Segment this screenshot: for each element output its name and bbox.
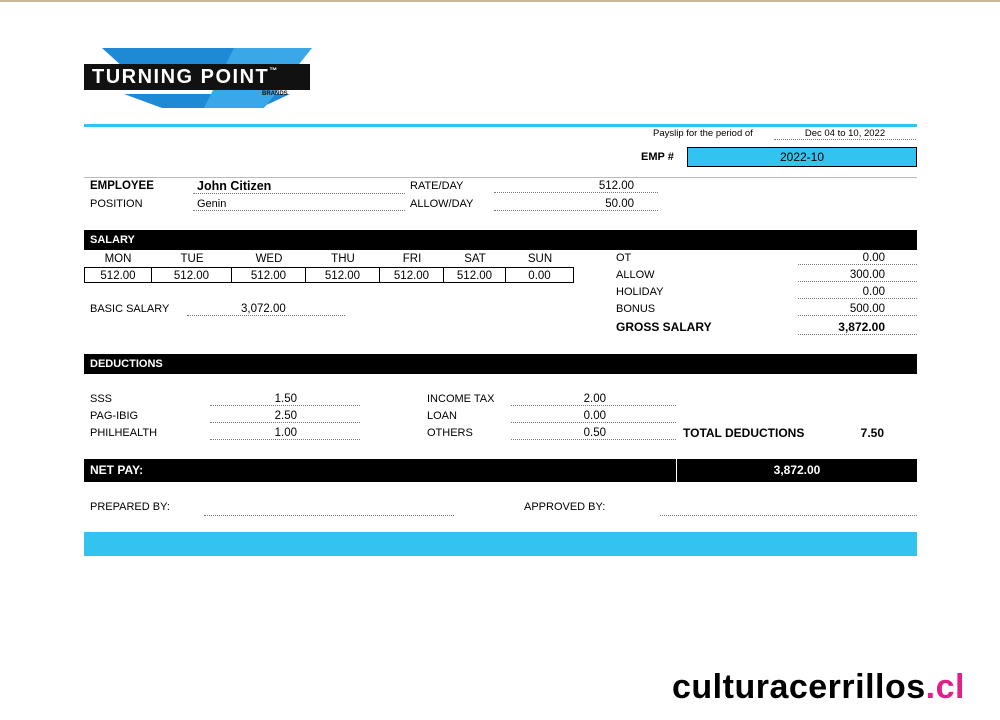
bonus-label: BONUS xyxy=(616,303,656,315)
total-deductions-label: TOTAL DEDUCTIONS xyxy=(683,426,805,440)
position-value: Genin xyxy=(193,198,405,211)
day-label: THU xyxy=(331,253,355,265)
salary-title: SALARY xyxy=(90,234,135,246)
ot-value: 0.00 xyxy=(798,252,917,265)
basic-salary-value: 3,072.00 xyxy=(187,303,345,316)
day-value: 512.00 xyxy=(444,267,506,283)
day-value: 512.00 xyxy=(232,267,306,283)
basic-salary-label: BASIC SALARY xyxy=(90,303,170,315)
allow-value: 300.00 xyxy=(798,269,917,282)
philhealth-value: 1.00 xyxy=(210,427,360,440)
days-header-row: MON TUE WED THU FRI SAT SUN xyxy=(84,251,574,267)
watermark-tld: .cl xyxy=(925,668,965,706)
watermark-main: culturacerrillos xyxy=(672,668,926,706)
logo-text: TURNING POINT™ xyxy=(92,66,279,89)
loan-label: LOAN xyxy=(427,410,457,422)
prepared-by-line[interactable] xyxy=(204,503,454,516)
emp-label: EMP # xyxy=(641,151,674,163)
deductions-title: DEDUCTIONS xyxy=(90,358,163,370)
rate-label: RATE/DAY xyxy=(410,180,464,192)
salary-header: SALARY xyxy=(84,230,917,250)
holiday-label: HOLIDAY xyxy=(616,286,664,298)
logo-name: TURNING POINT xyxy=(92,66,270,88)
logo-subtext: BRANDS xyxy=(262,91,288,97)
employee-label: EMPLOYEE xyxy=(90,180,154,192)
day-value: 512.00 xyxy=(84,267,152,283)
others-label: OTHERS xyxy=(427,427,473,439)
day-value: 0.00 xyxy=(506,267,574,283)
approved-by-line[interactable] xyxy=(660,503,917,516)
gross-salary-value: 3,872.00 xyxy=(798,320,917,335)
deductions-header: DEDUCTIONS xyxy=(84,354,917,374)
gross-salary-label: GROSS SALARY xyxy=(616,320,712,334)
allowday-value: 50.00 xyxy=(494,198,658,211)
bonus-value: 500.00 xyxy=(798,303,917,316)
header-rule xyxy=(84,124,917,127)
days-values-row: 512.00 512.00 512.00 512.00 512.00 512.0… xyxy=(84,267,574,283)
others-value: 0.50 xyxy=(511,427,676,440)
top-border xyxy=(0,0,1000,2)
loan-value: 0.00 xyxy=(511,410,676,423)
income-tax-value: 2.00 xyxy=(511,393,676,406)
day-value: 512.00 xyxy=(306,267,380,283)
footer-bar xyxy=(84,532,917,556)
day-label: FRI xyxy=(402,253,422,265)
allow-label: ALLOW xyxy=(616,269,655,281)
day-value: 512.00 xyxy=(380,267,444,283)
prepared-by-label: PREPARED BY: xyxy=(90,501,170,513)
approved-by-label: APPROVED BY: xyxy=(524,501,606,513)
days-grid: MON TUE WED THU FRI SAT SUN 512.00 512.0… xyxy=(84,251,574,283)
philhealth-label: PHILHEALTH xyxy=(90,427,158,439)
period-label: Payslip for the period of xyxy=(653,128,753,139)
pagibig-label: PAG-IBIG xyxy=(90,410,139,422)
header-divider xyxy=(84,177,917,178)
holiday-value: 0.00 xyxy=(798,286,917,299)
ot-label: OT xyxy=(616,252,632,264)
watermark: culturacerrillos.cl xyxy=(672,668,965,707)
rate-value: 512.00 xyxy=(494,180,658,193)
net-pay-value: 3,872.00 xyxy=(773,463,821,477)
income-tax-label: INCOME TAX xyxy=(427,393,495,405)
net-pay-label: NET PAY: xyxy=(90,463,144,477)
pagibig-value: 2.50 xyxy=(210,410,360,423)
day-label: SUN xyxy=(527,253,553,265)
total-deductions-value: 7.50 xyxy=(860,426,884,440)
logo-tm: ™ xyxy=(269,66,279,75)
allowday-label: ALLOW/DAY xyxy=(410,198,474,210)
emp-value: 2022-10 xyxy=(687,147,917,167)
period-value: Dec 04 to 10, 2022 xyxy=(774,128,916,140)
position-label: POSITION xyxy=(90,198,143,210)
salary-bar-notch xyxy=(798,250,917,251)
day-label: WED xyxy=(255,253,283,265)
sss-label: SSS xyxy=(90,393,113,405)
day-label: MON xyxy=(104,253,132,265)
company-logo: TURNING POINT™ BRANDS xyxy=(84,46,314,112)
day-value: 512.00 xyxy=(152,267,232,283)
day-label: SAT xyxy=(464,253,486,265)
sss-value: 1.50 xyxy=(210,393,360,406)
day-label: TUE xyxy=(180,253,204,265)
employee-name: John Citizen xyxy=(193,179,405,194)
